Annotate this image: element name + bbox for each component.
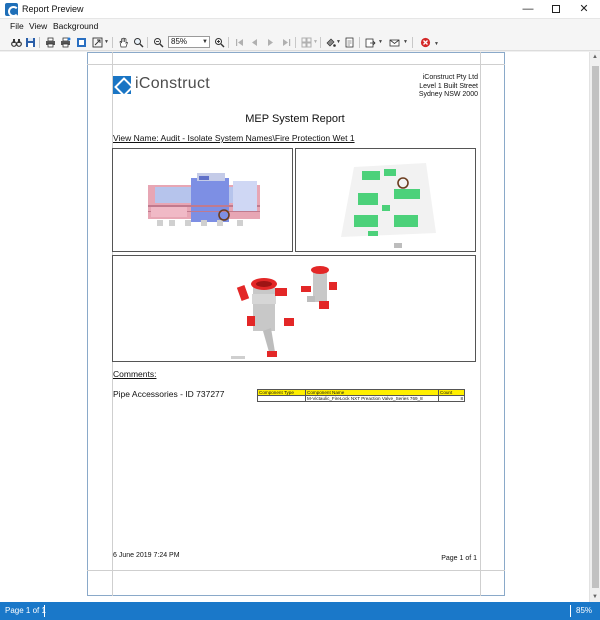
vertical-scrollbar[interactable]: ▲ ▼ bbox=[589, 52, 600, 602]
toolbar-separator bbox=[147, 37, 148, 48]
company-address: iConstruct Pty Ltd Level 1 Built Street … bbox=[380, 74, 478, 100]
window-title: Report Preview bbox=[22, 4, 84, 14]
status-bar: Page 1 of 1 85% bbox=[0, 602, 600, 620]
logo-wordmark: iConstruct bbox=[135, 75, 211, 92]
component-table: Component Type Component Name Count M-Vi… bbox=[257, 389, 465, 402]
page-setup-icon[interactable] bbox=[76, 37, 87, 48]
margin-guide-right bbox=[480, 52, 481, 596]
menu-file[interactable]: File bbox=[10, 21, 24, 31]
multiple-pages-icon[interactable] bbox=[301, 37, 312, 48]
comments-label: Comments: bbox=[113, 369, 157, 379]
cell-component-name: M-Victaulic_FireLock NXT Preaction Valve… bbox=[305, 395, 439, 402]
scroll-down-icon[interactable]: ▼ bbox=[592, 594, 598, 600]
toolbar-separator bbox=[359, 37, 360, 48]
maximize-button[interactable] bbox=[542, 0, 570, 19]
pages-dropdown-arrow[interactable]: ▼ bbox=[313, 39, 318, 45]
scale-dropdown-arrow[interactable]: ▼ bbox=[104, 39, 109, 45]
print-icon[interactable] bbox=[45, 37, 56, 48]
cell-count: 8 bbox=[438, 395, 465, 402]
pipe-accessories-label: Pipe Accessories - ID 737277 bbox=[113, 389, 225, 399]
toolbar-separator bbox=[320, 37, 321, 48]
view-name: View Name: Audit - Isolate System Names\… bbox=[113, 133, 355, 143]
toolbar-separator bbox=[295, 37, 296, 48]
margin-guide-top bbox=[87, 64, 505, 65]
zoom-out-icon[interactable] bbox=[153, 37, 164, 48]
quick-print-icon[interactable] bbox=[60, 37, 71, 48]
app-icon bbox=[5, 3, 19, 17]
send-email-icon[interactable] bbox=[389, 37, 400, 48]
zoom-value: 85% bbox=[171, 37, 188, 46]
pipe-accessories-3d-image bbox=[112, 255, 476, 362]
last-page-icon[interactable] bbox=[281, 37, 292, 48]
floor-plan-image bbox=[295, 148, 476, 252]
chevron-down-icon: ▼ bbox=[202, 39, 208, 45]
logo-mark-icon bbox=[113, 76, 131, 94]
toolbar: ▼ 85% ▼ ▼ ▼ ▼ ▼ ▼ bbox=[0, 34, 600, 51]
zoom-in-icon[interactable] bbox=[214, 37, 225, 48]
cell-component-type bbox=[257, 395, 306, 402]
close-preview-icon[interactable] bbox=[420, 37, 431, 48]
hand-tool-icon[interactable] bbox=[118, 37, 129, 48]
report-date: 6 June 2019 7:24 PM bbox=[113, 552, 180, 559]
toolbar-separator bbox=[39, 37, 40, 48]
background-color-icon[interactable] bbox=[325, 37, 336, 48]
toolbar-separator bbox=[228, 37, 229, 48]
status-zoom-indicator[interactable]: 85% bbox=[576, 606, 592, 615]
scale-icon[interactable] bbox=[92, 37, 103, 48]
report-title: MEP System Report bbox=[245, 113, 345, 125]
watermark-icon[interactable] bbox=[344, 37, 355, 48]
toolbar-separator bbox=[112, 37, 113, 48]
company-name: iConstruct Pty Ltd bbox=[422, 74, 478, 81]
status-separator bbox=[570, 605, 571, 617]
margin-guide-bottom bbox=[87, 570, 505, 571]
more-options-arrow[interactable]: ▼ bbox=[434, 41, 439, 47]
email-dropdown-arrow[interactable]: ▼ bbox=[403, 39, 408, 45]
status-page-indicator: Page 1 of 1 bbox=[5, 606, 46, 615]
background-dropdown-arrow[interactable]: ▼ bbox=[336, 39, 341, 45]
status-separator bbox=[44, 605, 45, 617]
export-dropdown-arrow[interactable]: ▼ bbox=[378, 39, 383, 45]
title-bar: Report Preview — ✕ bbox=[0, 0, 600, 19]
scrollbar-thumb[interactable] bbox=[592, 66, 599, 588]
company-street: Level 1 Built Street bbox=[419, 82, 478, 90]
company-logo: iConstruct bbox=[113, 75, 233, 98]
zoom-select[interactable]: 85% ▼ bbox=[168, 36, 210, 48]
minimize-button[interactable]: — bbox=[514, 0, 542, 19]
maximize-icon bbox=[552, 5, 560, 14]
close-window-button[interactable]: ✕ bbox=[570, 0, 598, 19]
magnifier-icon[interactable] bbox=[133, 37, 144, 48]
menu-view[interactable]: View bbox=[29, 21, 47, 31]
previous-page-icon[interactable] bbox=[249, 37, 260, 48]
building-view-image bbox=[112, 148, 293, 252]
toolbar-separator bbox=[412, 37, 413, 48]
page-number: Page 1 of 1 bbox=[441, 555, 477, 562]
table-row: M-Victaulic_FireLock NXT Preaction Valve… bbox=[257, 395, 465, 402]
scroll-up-icon[interactable]: ▲ bbox=[592, 54, 598, 60]
first-page-icon[interactable] bbox=[234, 37, 245, 48]
company-city: Sydney NSW 2000 bbox=[418, 91, 478, 98]
menu-bar: File View Background bbox=[0, 19, 600, 34]
find-icon[interactable] bbox=[11, 37, 22, 48]
save-icon[interactable] bbox=[25, 37, 36, 48]
next-page-icon[interactable] bbox=[265, 37, 276, 48]
export-icon[interactable] bbox=[365, 37, 376, 48]
menu-background[interactable]: Background bbox=[53, 21, 98, 31]
